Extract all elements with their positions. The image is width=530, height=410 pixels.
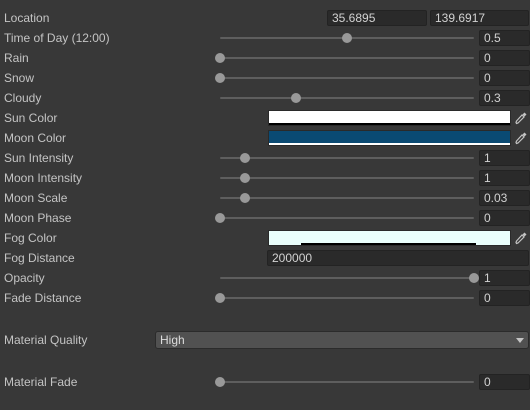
location-label: Location	[4, 11, 50, 25]
rain-slider-track[interactable]	[220, 57, 474, 59]
cloudy-row: Cloudy 0.3	[0, 88, 530, 108]
moon-intensity-value-field[interactable]: 1	[479, 170, 530, 186]
eyedropper-icon[interactable]	[513, 230, 529, 246]
material-quality-value: High	[160, 333, 185, 347]
material-quality-dropdown[interactable]: High	[155, 331, 529, 349]
material-fade-value-field[interactable]: 0	[479, 374, 530, 390]
fade-distance-slider-thumb[interactable]	[215, 293, 225, 303]
opacity-row: Opacity 1	[0, 268, 530, 288]
moon-scale-slider-thumb[interactable]	[240, 193, 251, 203]
moon-scale-slider-track[interactable]	[220, 197, 474, 199]
fade-distance-row: Fade Distance 0	[0, 288, 530, 308]
moon-color-label: Moon Color	[4, 131, 67, 145]
fade-distance-slider-track[interactable]	[220, 297, 474, 299]
cloudy-slider-thumb[interactable]	[291, 93, 302, 103]
moon-scale-label: Moon Scale	[4, 191, 68, 205]
material-fade-slider-thumb[interactable]	[215, 377, 225, 387]
fog-color-label: Fog Color	[4, 231, 57, 245]
eyedropper-icon[interactable]	[513, 130, 529, 146]
material-fade-label: Material Fade	[4, 375, 78, 389]
moon-scale-row: Moon Scale 0.03	[0, 188, 530, 208]
fog-alpha-bar	[301, 243, 477, 245]
fog-distance-field[interactable]: 200000	[267, 250, 529, 266]
fog-color-row: Fog Color	[0, 228, 530, 248]
moon-alpha-bar	[269, 143, 510, 145]
fade-distance-label: Fade Distance	[4, 291, 82, 305]
time-of-day-label: Time of Day (12:00)	[4, 31, 110, 45]
cloudy-value-field[interactable]: 0.3	[479, 90, 530, 106]
cloudy-slider-track[interactable]	[220, 97, 474, 99]
snow-value-field[interactable]: 0	[479, 70, 530, 86]
rain-value-field[interactable]: 0	[479, 50, 530, 66]
snow-slider-track[interactable]	[220, 77, 474, 79]
material-fade-slider-track[interactable]	[220, 381, 474, 383]
fog-color-swatch[interactable]	[268, 230, 511, 246]
longitude-field[interactable]: 139.6917	[430, 10, 529, 26]
sun-color-swatch[interactable]	[268, 110, 511, 126]
location-row: Location 35.6895 139.6917	[0, 8, 530, 28]
opacity-slider-thumb[interactable]	[469, 273, 479, 283]
moon-intensity-slider-thumb[interactable]	[240, 173, 251, 183]
latitude-field[interactable]: 35.6895	[327, 10, 427, 26]
sun-intensity-row: Sun Intensity 1	[0, 148, 530, 168]
sun-alpha-bar	[269, 123, 510, 125]
time-of-day-value-field[interactable]: 0.5	[479, 30, 530, 46]
chevron-down-icon	[516, 338, 524, 343]
opacity-value-field[interactable]: 1	[479, 270, 530, 286]
moon-color-swatch[interactable]	[268, 130, 511, 146]
sun-color-label: Sun Color	[4, 111, 58, 125]
sun-intensity-slider-thumb[interactable]	[240, 153, 251, 163]
material-quality-row: Material Quality High	[0, 330, 530, 350]
moon-intensity-slider-track[interactable]	[220, 177, 474, 179]
moon-phase-value-field[interactable]: 0	[479, 210, 530, 226]
eyedropper-icon[interactable]	[513, 110, 529, 126]
moon-intensity-label: Moon Intensity	[4, 171, 83, 185]
fog-distance-row: Fog Distance 200000	[0, 248, 530, 268]
moon-phase-slider-thumb[interactable]	[215, 213, 225, 223]
snow-label: Snow	[4, 71, 35, 85]
material-fade-row: Material Fade 0	[0, 372, 530, 392]
inspector-panel: Location 35.6895 139.6917 Time of Day (1…	[0, 0, 530, 410]
sun-intensity-label: Sun Intensity	[4, 151, 74, 165]
moon-phase-slider-track[interactable]	[220, 217, 474, 219]
sun-color-row: Sun Color	[0, 108, 530, 128]
rain-label: Rain	[4, 51, 29, 65]
sun-intensity-slider-track[interactable]	[220, 157, 474, 159]
moon-phase-label: Moon Phase	[4, 211, 72, 225]
time-of-day-row: Time of Day (12:00) 0.5	[0, 28, 530, 48]
cloudy-label: Cloudy	[4, 91, 42, 105]
rain-slider-thumb[interactable]	[215, 53, 225, 63]
moon-color-row: Moon Color	[0, 128, 530, 148]
moon-intensity-row: Moon Intensity 1	[0, 168, 530, 188]
sun-intensity-value-field[interactable]: 1	[479, 150, 530, 166]
moon-phase-row: Moon Phase 0	[0, 208, 530, 228]
fade-distance-value-field[interactable]: 0	[479, 290, 530, 306]
snow-row: Snow 0	[0, 68, 530, 88]
opacity-label: Opacity	[4, 271, 45, 285]
rain-row: Rain 0	[0, 48, 530, 68]
fog-distance-label: Fog Distance	[4, 251, 75, 265]
time-of-day-slider-thumb[interactable]	[342, 33, 352, 43]
moon-scale-value-field[interactable]: 0.03	[479, 190, 530, 206]
material-quality-label: Material Quality	[4, 333, 88, 347]
snow-slider-thumb[interactable]	[215, 73, 225, 83]
opacity-slider-track[interactable]	[220, 277, 474, 279]
